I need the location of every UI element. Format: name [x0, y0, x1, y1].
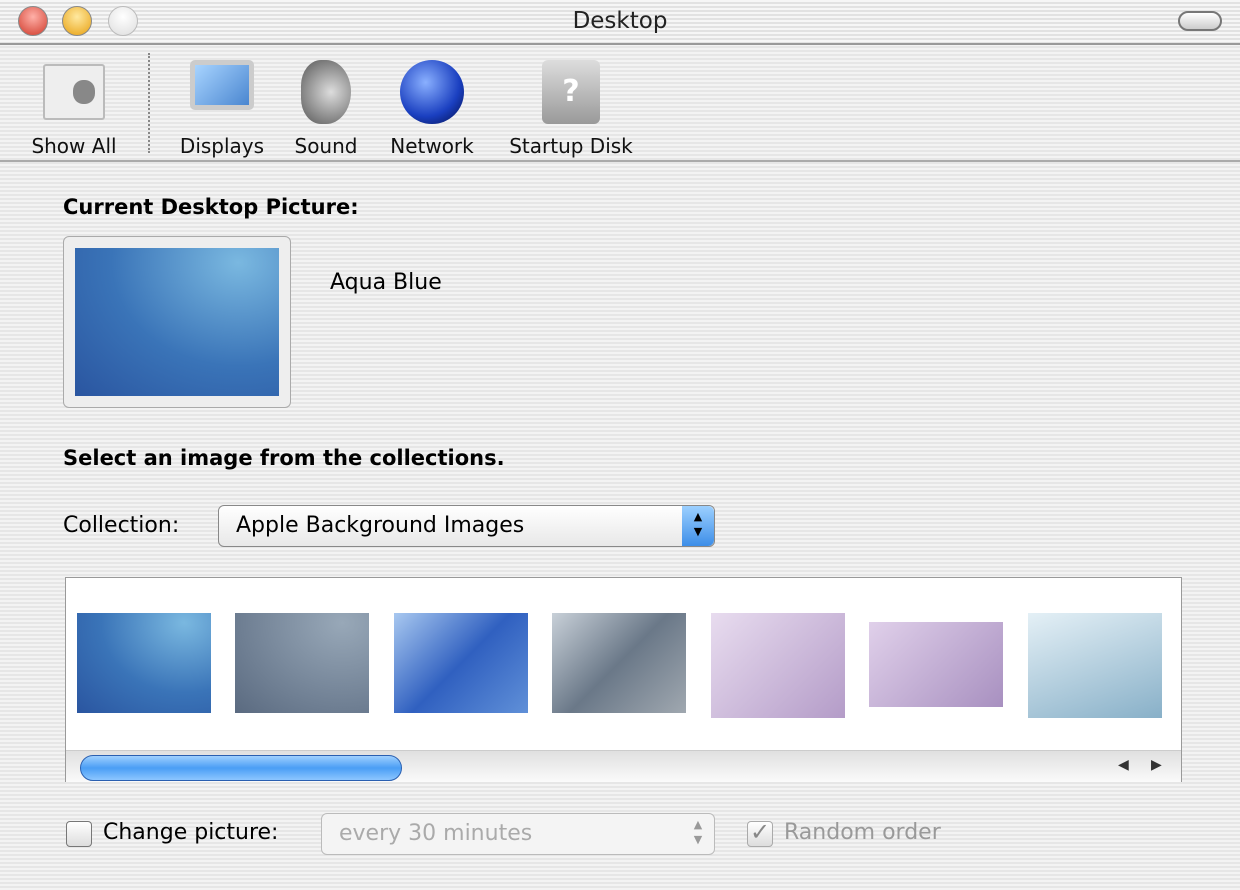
collection-popup[interactable]: Apple Background Images ▲ ▼ — [218, 505, 715, 547]
toolbar-label: Show All — [31, 134, 117, 158]
globe-icon — [400, 60, 464, 124]
thumbnail-aqua-teal[interactable] — [1028, 613, 1162, 718]
toolbar-label: Network — [390, 134, 474, 158]
toolbar-separator — [148, 53, 150, 153]
change-picture-label: Change picture: — [103, 820, 279, 845]
thumbnail-aqua-graphite[interactable] — [235, 613, 369, 713]
scroll-right-arrow-icon[interactable]: ▶ — [1151, 757, 1162, 773]
thumbnail-blue-swirl[interactable] — [394, 613, 528, 713]
toolbar: Show All Displays Sound Network ? Startu… — [0, 45, 1240, 162]
collection-label: Collection: — [63, 513, 180, 538]
toolbar-show-all[interactable]: Show All — [24, 60, 124, 158]
toolbar-sound[interactable]: Sound — [288, 60, 364, 158]
title-bar: Desktop — [0, 0, 1240, 45]
toolbar-label: Sound — [294, 134, 358, 158]
scrollbar-thumb[interactable] — [80, 755, 402, 781]
toolbar-displays[interactable]: Displays — [172, 60, 272, 158]
interval-popup[interactable]: every 30 minutes ▲ ▼ — [321, 813, 715, 855]
toolbar-startup-disk[interactable]: ? Startup Disk — [500, 60, 642, 158]
random-order-label: Random order — [784, 820, 941, 845]
toolbar-label: Displays — [179, 134, 265, 158]
scroll-left-arrow-icon[interactable]: ◀ — [1118, 757, 1129, 773]
image-browser: ◀ ▶ — [65, 577, 1182, 782]
speaker-icon — [301, 60, 351, 124]
interval-value: every 30 minutes — [339, 821, 533, 846]
current-picture-heading: Current Desktop Picture: — [63, 195, 359, 219]
popup-arrows-icon: ▲ ▼ — [693, 818, 703, 846]
thumbnail-graphite-swirl[interactable] — [552, 613, 686, 713]
toolbar-toggle-button[interactable] — [1178, 11, 1222, 31]
select-heading: Select an image from the collections. — [63, 446, 505, 470]
hard-disk-icon: ? — [542, 60, 600, 124]
current-picture-well[interactable] — [63, 236, 291, 408]
thumbnail-purple-wave-small[interactable] — [869, 622, 1003, 707]
popup-arrows-icon: ▲ ▼ — [682, 506, 714, 546]
thumbnail-aqua-blue[interactable] — [77, 613, 211, 713]
current-picture-image — [75, 248, 279, 396]
apple-switch-icon — [43, 64, 105, 120]
current-picture-name: Aqua Blue — [330, 270, 442, 295]
random-order-checkbox[interactable]: ✓ — [747, 820, 773, 847]
collection-value: Apple Background Images — [236, 513, 525, 538]
toolbar-network[interactable]: Network — [382, 60, 482, 158]
change-picture-checkbox[interactable] — [66, 821, 92, 847]
horizontal-scrollbar[interactable]: ◀ ▶ — [66, 750, 1181, 782]
display-icon — [190, 60, 254, 110]
toolbar-label: Startup Disk — [509, 134, 633, 158]
thumbnail-purple-wave[interactable] — [711, 613, 845, 718]
window-title: Desktop — [572, 8, 668, 34]
